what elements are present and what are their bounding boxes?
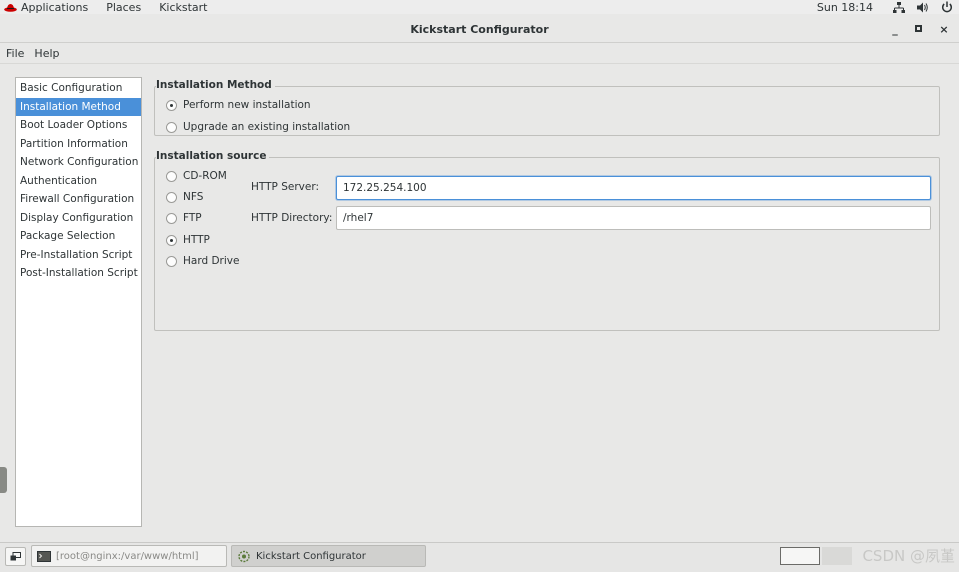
radio-button[interactable] [166,234,177,246]
radio-label: Hard Drive [183,255,240,267]
sidebar-list: Basic Configuration Installation Method … [15,77,142,527]
menu-file[interactable]: File [6,47,24,60]
radio-http[interactable]: HTTP [166,234,210,246]
taskbar: [root@nginx:/var/www/html] Kickstart Con… [0,542,959,572]
sidebar-item-display-configuration[interactable]: Display Configuration [16,209,141,228]
maximize-button[interactable] [912,22,926,36]
menubar: File Help [0,44,959,64]
show-desktop-icon [10,552,21,561]
workspace-switcher-1[interactable] [780,547,820,565]
places-menu[interactable]: Places [106,1,141,14]
watermark: CSDN @夙堇 [862,547,955,565]
app-menu[interactable]: Kickstart [159,1,207,14]
sidebar-item-post-installation-script[interactable]: Post-Installation Script [16,264,141,283]
http-server-input[interactable] [336,176,931,200]
radio-upgrade-existing-installation[interactable]: Upgrade an existing installation [166,121,350,133]
sidebar-item-installation-method[interactable]: Installation Method [16,97,141,116]
radio-label: CD-ROM [183,170,227,182]
radio-button[interactable] [166,191,177,203]
radio-perform-new-installation[interactable]: Perform new installation [166,99,311,111]
radio-nfs[interactable]: NFS [166,191,203,203]
window-title: Kickstart Configurator [410,23,549,36]
clock[interactable]: Sun 18:14 [817,1,873,14]
installation-method-title: Installation Method [156,79,275,91]
radio-cd-rom[interactable]: CD-ROM [166,170,227,182]
taskbar-kickstart[interactable]: Kickstart Configurator [231,545,426,567]
radio-label: FTP [183,212,202,224]
network-icon[interactable] [893,1,905,13]
taskbar-terminal[interactable]: [root@nginx:/var/www/html] [31,545,227,567]
sidebar-item-firewall-configuration[interactable]: Firewall Configuration [16,190,141,209]
radio-ftp[interactable]: FTP [166,212,202,224]
window-titlebar[interactable]: Kickstart Configurator _ × [0,14,959,43]
sidebar-item-pre-installation-script[interactable]: Pre-Installation Script [16,246,141,265]
sidebar-item-authentication[interactable]: Authentication [16,172,141,191]
power-icon[interactable] [941,1,953,13]
sidebar-item-network-configuration[interactable]: Network Configuration [16,153,141,172]
http-directory-input[interactable] [336,206,931,230]
radio-label: Upgrade an existing installation [183,121,351,133]
workspace-switcher-2[interactable] [822,547,852,565]
applications-menu[interactable]: Applications [4,1,88,14]
sidebar-item-package-selection[interactable]: Package Selection [16,227,141,246]
radio-label: HTTP [183,234,210,246]
kickstart-icon [237,550,251,562]
edge-handle[interactable] [0,467,7,493]
radio-button[interactable] [166,170,177,182]
volume-icon[interactable] [917,1,929,13]
minimize-button[interactable]: _ [888,22,902,36]
installation-source-title: Installation source [156,150,270,162]
terminal-icon [37,550,51,562]
radio-label: Perform new installation [183,99,311,111]
radio-hard-drive[interactable]: Hard Drive [166,255,239,267]
http-server-label: HTTP Server: [251,181,319,193]
sidebar-item-basic-configuration[interactable]: Basic Configuration [16,79,141,98]
close-button[interactable]: × [937,22,951,36]
show-desktop-button[interactable] [5,547,26,566]
taskbar-kickstart-label: Kickstart Configurator [256,550,366,562]
menu-help[interactable]: Help [34,47,59,60]
taskbar-terminal-label: [root@nginx:/var/www/html] [56,550,199,562]
applications-label: Applications [21,0,89,14]
radio-button[interactable] [166,255,177,267]
sidebar-item-boot-loader-options[interactable]: Boot Loader Options [16,116,141,135]
radio-button[interactable] [166,212,177,224]
top-panel: Applications Places Kickstart Sun 18:14 [0,0,959,14]
http-directory-label: HTTP Directory: [251,212,333,224]
radio-button[interactable] [166,121,177,133]
radio-label: NFS [183,191,204,203]
sidebar-item-partition-information[interactable]: Partition Information [16,135,141,154]
radio-button[interactable] [166,99,177,111]
redhat-logo-icon [4,3,17,12]
